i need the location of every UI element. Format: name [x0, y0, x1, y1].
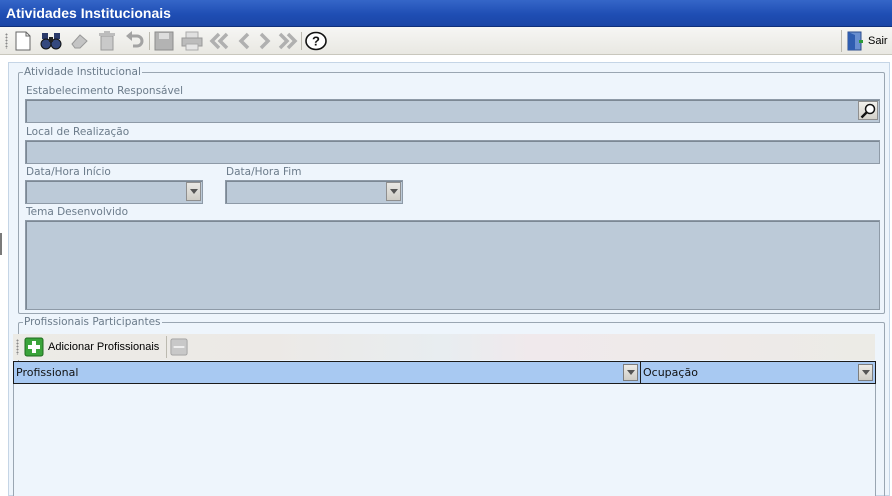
eraser-icon[interactable] — [68, 30, 90, 52]
end-datetime-select[interactable] — [225, 180, 403, 204]
chevron-down-icon — [626, 370, 635, 375]
start-datetime-dropdown-button[interactable] — [186, 182, 201, 201]
start-datetime-select[interactable] — [25, 180, 203, 204]
last-record-icon[interactable] — [276, 30, 298, 52]
chevron-down-icon — [189, 189, 198, 194]
professionals-group-legend: Profissionais Participantes — [24, 316, 161, 328]
save-disk-icon[interactable] — [153, 30, 175, 52]
exit-button-label: Sair — [868, 35, 888, 47]
help-icon[interactable]: ? — [305, 30, 327, 52]
previous-record-icon[interactable] — [233, 30, 255, 52]
activity-group-legend: Atividade Institucional — [24, 66, 141, 78]
toolbar-grip[interactable] — [16, 339, 19, 355]
printer-icon[interactable] — [181, 30, 203, 52]
professionals-toolbar: Adicionar Profissionais — [13, 334, 875, 360]
window-title-bar: Atividades Institucionais — [0, 0, 892, 27]
first-record-icon[interactable] — [209, 30, 231, 52]
column-header-occupation[interactable]: Ocupação — [641, 362, 875, 383]
start-datetime-label: Data/Hora Início — [26, 166, 111, 178]
end-datetime-dropdown-button[interactable] — [386, 182, 401, 201]
add-plus-icon — [24, 337, 44, 357]
remove-professional-button[interactable] — [166, 336, 188, 358]
professionals-grid: Profissional Ocupação — [13, 361, 876, 496]
toolbar-separator — [301, 32, 302, 50]
exit-door-icon — [847, 31, 863, 51]
trash-icon[interactable] — [96, 30, 118, 52]
chevron-down-icon — [389, 189, 398, 194]
location-label: Local de Realização — [26, 126, 130, 138]
remove-minus-icon — [170, 338, 188, 356]
column-occupation-dropdown[interactable] — [858, 364, 873, 381]
column-header-occupation-label: Ocupação — [643, 366, 698, 379]
column-header-professional-label: Profissional — [16, 366, 79, 379]
theme-textarea[interactable] — [25, 220, 880, 310]
magnifier-icon — [860, 103, 876, 118]
column-professional-dropdown[interactable] — [623, 364, 638, 381]
establishment-label: Estabelecimento Responsável — [26, 85, 184, 97]
add-professionals-button[interactable]: Adicionar Profissionais — [24, 336, 159, 358]
exit-button[interactable]: Sair — [841, 30, 889, 52]
svg-text:?: ? — [312, 34, 320, 49]
column-header-professional[interactable]: Profissional — [14, 362, 640, 383]
end-datetime-label: Data/Hora Fim — [226, 166, 302, 178]
undo-icon[interactable] — [124, 30, 146, 52]
binoculars-search-icon[interactable] — [40, 30, 62, 52]
next-record-icon[interactable] — [254, 30, 276, 52]
window-title: Atividades Institucionais — [6, 5, 171, 21]
grid-body[interactable] — [13, 384, 876, 496]
toolbar-separator — [149, 32, 150, 50]
main-toolbar: ? Sair — [0, 27, 892, 55]
toolbar-grip[interactable] — [5, 33, 8, 49]
add-professionals-label: Adicionar Profissionais — [48, 341, 160, 353]
chevron-down-icon — [861, 370, 870, 375]
new-document-icon[interactable] — [12, 30, 34, 52]
establishment-lookup-button[interactable] — [858, 101, 878, 120]
grid-header: Profissional Ocupação — [13, 361, 876, 384]
establishment-field[interactable] — [25, 99, 880, 123]
location-field[interactable] — [25, 140, 880, 164]
theme-label: Tema Desenvolvido — [26, 206, 128, 218]
window-edge-mark — [0, 233, 2, 255]
